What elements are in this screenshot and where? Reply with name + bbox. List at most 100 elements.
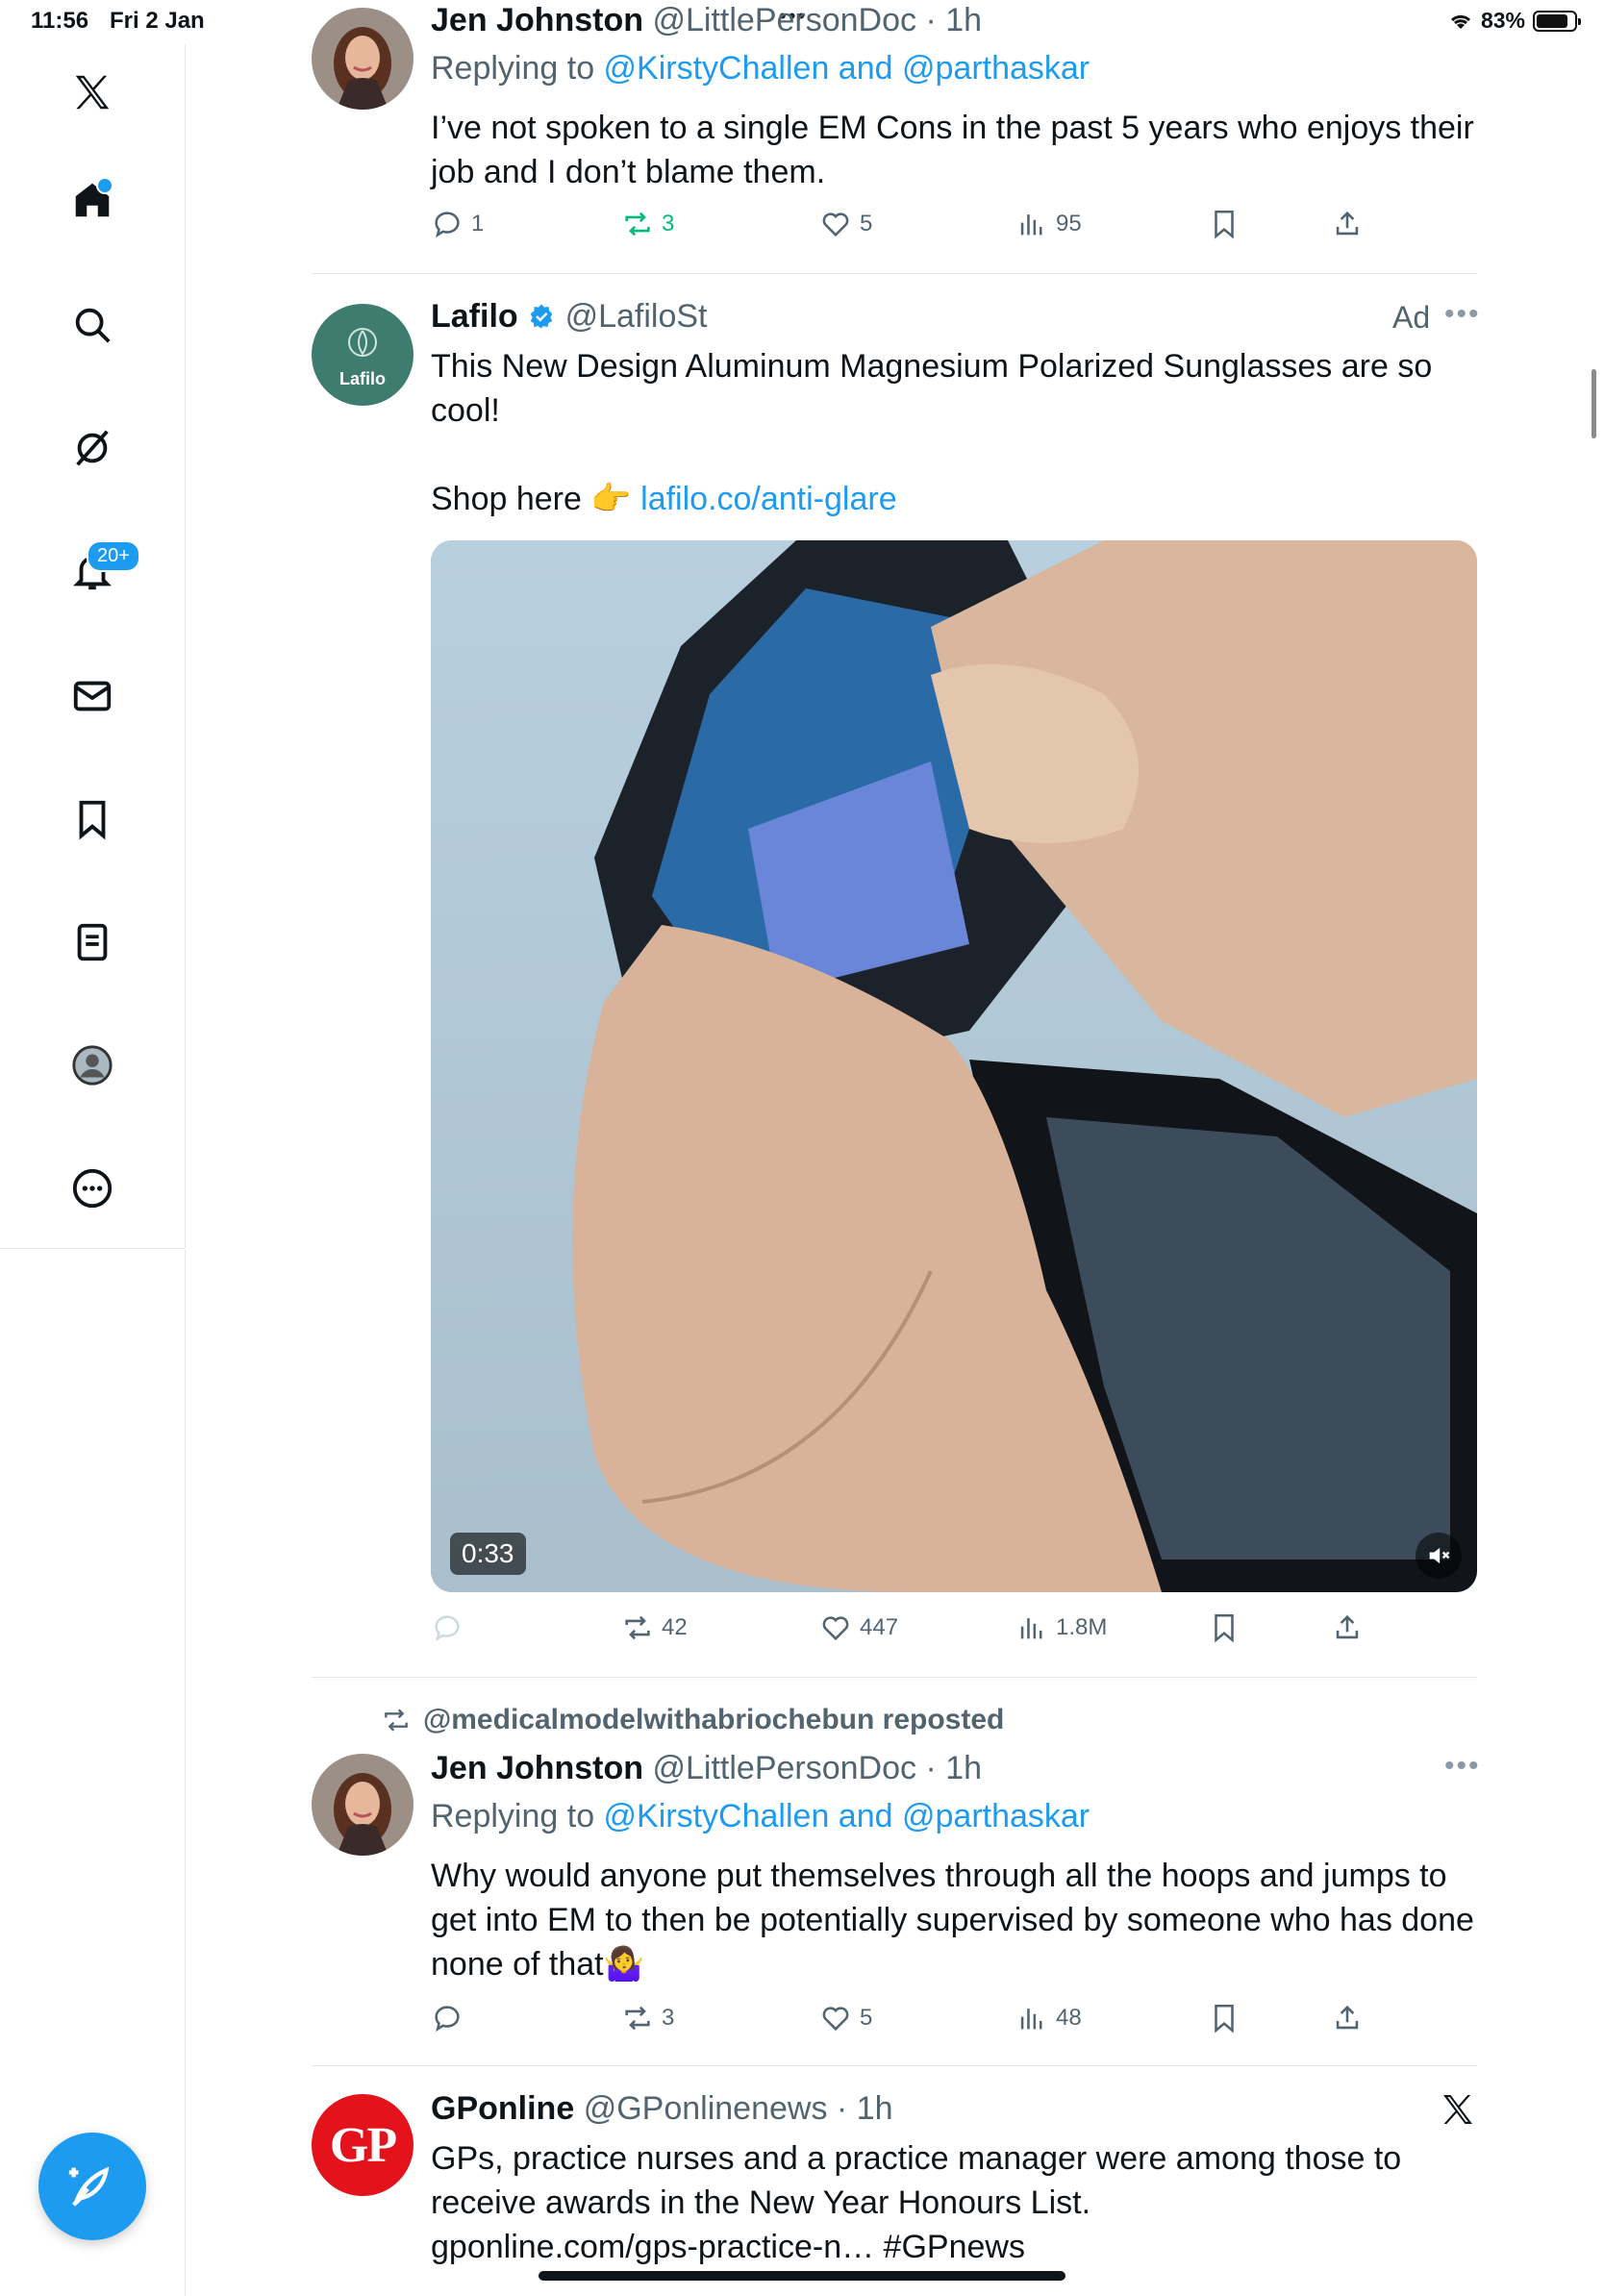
scrollbar-thumb[interactable] <box>1591 369 1596 438</box>
views-button[interactable]: 48 <box>1015 2002 1082 2034</box>
tweet-1-actions: 1 3 5 95 <box>431 208 1392 246</box>
repost-button[interactable]: 3 <box>621 2002 674 2034</box>
lafilo-logo-icon <box>348 327 377 357</box>
gp-logo-text: GP <box>329 2117 397 2173</box>
heart-icon <box>822 212 849 237</box>
video-frame-image <box>431 540 1477 1592</box>
home-icon[interactable] <box>63 171 121 229</box>
repost-count: 3 <box>662 211 675 237</box>
repost-by-label[interactable]: @medicalmodelwithabriochebun reposted <box>423 1704 1004 1736</box>
like-button[interactable]: 5 <box>819 2002 872 2034</box>
more-options-icon[interactable]: ••• <box>1444 298 1481 331</box>
bookmark-icon <box>1215 2004 1234 2034</box>
tweet-text: This New Design Aluminum Magnesium Polar… <box>431 348 1433 429</box>
x-logo-icon[interactable] <box>63 63 121 121</box>
avatar-lafilo[interactable]: Lafilo <box>312 304 414 406</box>
views-button[interactable]: 1.8M <box>1015 1611 1107 1644</box>
x-logo-icon[interactable] <box>1439 2090 1477 2129</box>
share-icon <box>1336 1614 1359 1639</box>
tweet-divider <box>312 2065 1477 2066</box>
heart-icon <box>822 2007 849 2032</box>
share-button[interactable] <box>1331 2002 1364 2034</box>
avatar-gponline[interactable]: GP <box>312 2094 414 2196</box>
heart-icon <box>822 1616 849 1641</box>
share-button[interactable] <box>1331 208 1364 240</box>
reply-count: 1 <box>471 211 485 237</box>
author-name[interactable]: Lafilo <box>431 298 518 335</box>
article-link[interactable]: gponline.com/gps-practice-n… #GPnews <box>431 2225 1479 2269</box>
mail-icon[interactable] <box>63 667 121 725</box>
views-button[interactable]: 95 <box>1015 208 1082 240</box>
home-indicator[interactable] <box>539 2271 1065 2281</box>
repost-button[interactable]: 3 <box>621 208 674 240</box>
tweet-3-actions: 3 5 48 <box>431 2002 1392 2040</box>
views-count: 95 <box>1056 211 1082 237</box>
bookmark-button[interactable] <box>1208 208 1241 240</box>
share-button[interactable] <box>1331 1611 1364 1644</box>
author-handle[interactable]: @LittlePersonDoc <box>652 2 916 38</box>
replying-prefix: Replying to <box>431 50 604 87</box>
bookmark-button[interactable] <box>1208 1611 1241 1644</box>
repost-button[interactable]: 42 <box>621 1611 688 1644</box>
repost-count: 3 <box>662 2005 675 2031</box>
ad-video[interactable]: 0:33 <box>431 540 1477 1592</box>
status-date: Fri 2 Jan <box>110 8 205 34</box>
author-handle[interactable]: @LafiloSt <box>565 298 708 335</box>
share-icon <box>1336 211 1359 236</box>
reply-button[interactable]: 1 <box>431 208 484 240</box>
replying-to: Replying to @KirstyChallen and @parthask… <box>431 1798 1090 1835</box>
bookmark-icon <box>1215 210 1234 239</box>
shop-line: Shop here 👉 lafilo.co/anti-glare <box>431 477 1479 521</box>
status-right: 83% <box>1448 8 1581 34</box>
grok-icon[interactable] <box>63 419 121 477</box>
replying-to-links[interactable]: @KirstyChallen and @parthaskar <box>604 1798 1090 1834</box>
battery-percent: 83% <box>1480 8 1525 33</box>
bookmark-icon[interactable] <box>63 790 121 848</box>
home-unread-dot <box>96 177 113 194</box>
tweet-text: GPs, practice nurses and a practice mana… <box>431 2140 1402 2221</box>
replying-to-links[interactable]: @KirstyChallen and @parthaskar <box>604 50 1090 87</box>
battery-icon <box>1533 10 1581 32</box>
lafilo-logo-text: Lafilo <box>339 368 386 388</box>
like-button[interactable]: 5 <box>819 208 872 240</box>
more-options-icon[interactable]: ••• <box>1444 1750 1481 1783</box>
avatar-jen-johnston[interactable] <box>312 8 414 110</box>
shop-link[interactable]: lafilo.co/anti-glare <box>640 481 896 517</box>
repost-icon <box>625 2006 650 2031</box>
ad-label: Ad <box>1392 300 1431 335</box>
tweet-2-actions: 42 447 1.8M <box>431 1611 1392 1650</box>
like-button[interactable]: 447 <box>819 1611 898 1644</box>
reply-icon <box>435 1615 460 1642</box>
reply-icon <box>435 2006 460 2033</box>
verified-badge-icon <box>530 304 553 329</box>
status-time: 11:56 <box>31 8 89 34</box>
reply-button[interactable] <box>431 2002 464 2034</box>
search-icon[interactable] <box>63 296 121 354</box>
profile-icon[interactable] <box>63 1036 121 1094</box>
more-circle-icon[interactable] <box>63 1160 121 1217</box>
author-handle[interactable]: @LittlePersonDoc <box>652 1750 916 1786</box>
tweet-divider <box>312 273 1477 274</box>
bookmark-button[interactable] <box>1208 2002 1241 2034</box>
tweet-2-header: Lafilo @LafiloSt <box>431 298 708 336</box>
mute-icon[interactable] <box>1416 1533 1462 1579</box>
reply-button[interactable] <box>431 1611 464 1644</box>
replying-prefix: Replying to <box>431 1798 604 1834</box>
author-name[interactable]: Jen Johnston <box>431 1750 643 1786</box>
author-name[interactable]: Jen Johnston <box>431 2 643 38</box>
avatar-jen-johnston[interactable] <box>312 1754 414 1856</box>
wifi-icon <box>1450 14 1470 29</box>
sidebar-divider <box>0 1248 185 1249</box>
tweet-text: Why would anyone put themselves through … <box>431 1858 1474 1983</box>
views-count: 1.8M <box>1056 1614 1108 1640</box>
tweet-1-header: Jen Johnston @LittlePersonDoc · 1h <box>431 2 982 39</box>
author-handle[interactable]: @GPonlinenews <box>584 2090 828 2127</box>
replying-to: Replying to @KirstyChallen and @parthask… <box>431 50 1090 87</box>
list-icon[interactable] <box>63 913 121 971</box>
compose-button[interactable] <box>38 2133 146 2240</box>
author-name[interactable]: GPonline <box>431 2090 574 2127</box>
views-chart-icon <box>1020 214 1042 236</box>
repost-icon <box>625 212 650 237</box>
repost-icon <box>385 1709 408 1732</box>
battery-fill <box>1537 13 1567 28</box>
